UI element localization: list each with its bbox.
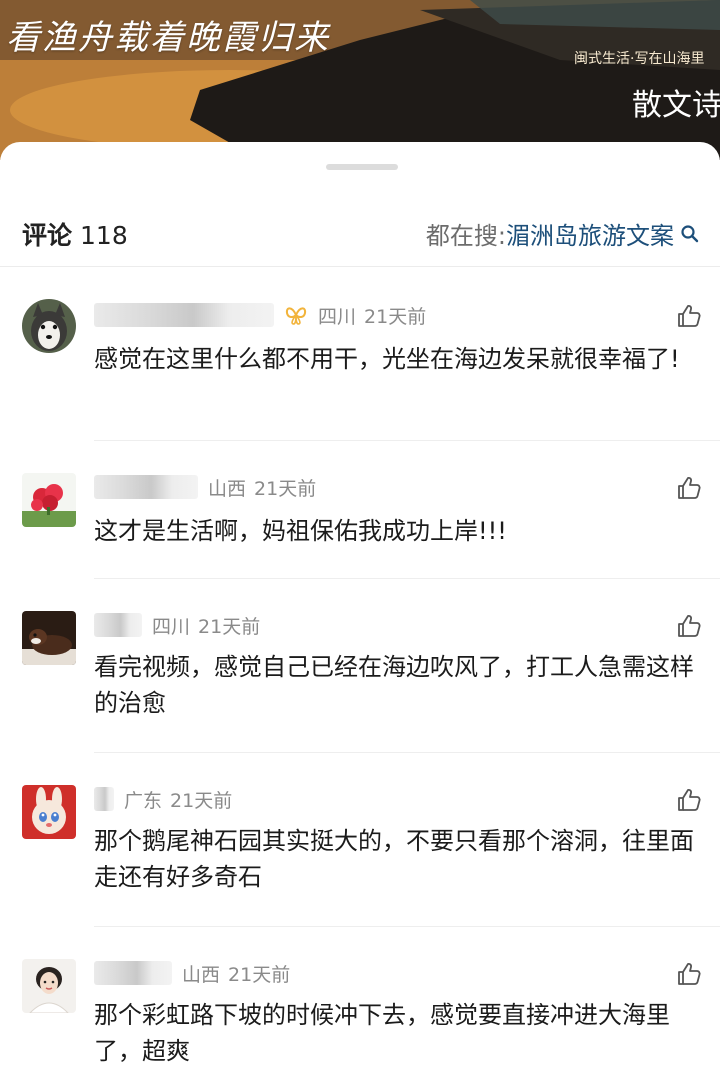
cartoon-bunny-avatar[interactable]	[22, 785, 76, 839]
comments-count: 118	[80, 221, 128, 250]
comment-item: 广东 21天前 那个鹅尾神石园其实挺大的，不要只看那个溶洞，往里面走还有好多奇石	[0, 753, 720, 927]
thumbs-up-icon[interactable]	[676, 961, 702, 987]
red-flowers-avatar[interactable]	[22, 473, 76, 527]
butterfly-vip-icon	[285, 307, 307, 325]
comment-meta: 广东 21天前	[94, 785, 232, 813]
comments-sheet: 评论 118 都在搜: 湄洲岛旅游文案 四川 21天前 感觉在这里什么都不用干，…	[0, 142, 720, 1080]
search-icon[interactable]	[680, 224, 700, 244]
search-suggestion-label: 都在搜:	[425, 222, 506, 250]
username-redacted[interactable]	[94, 787, 114, 811]
comment-location: 山西	[182, 963, 221, 986]
thumbs-up-icon[interactable]	[676, 475, 702, 501]
username-redacted[interactable]	[94, 961, 172, 985]
thumbs-up-icon[interactable]	[676, 787, 702, 813]
dog-lying-avatar[interactable]	[22, 611, 76, 665]
comment-item: 山西 21天前 这才是生活啊，妈祖保佑我成功上岸!!!	[0, 441, 720, 579]
comment-list: 四川 21天前 感觉在这里什么都不用干，光坐在海边发呆就很幸福了! 山西 21天…	[0, 267, 720, 1087]
comments-label: 评论	[22, 221, 73, 250]
comment-time: 21天前	[198, 615, 261, 638]
username-redacted[interactable]	[94, 303, 274, 327]
husky-dog-avatar[interactable]	[22, 299, 76, 353]
comment-text: 看完视频，感觉自己已经在海边吹风了，打工人急需这样的治愈	[94, 653, 694, 717]
search-suggestion[interactable]: 都在搜: 湄洲岛旅游文案	[426, 216, 700, 251]
username-redacted[interactable]	[94, 475, 198, 499]
comment-meta: 山西 21天前	[94, 473, 316, 501]
banner-title: 看渔舟载着晚霞归来	[6, 18, 330, 58]
comment-meta: 四川 21天前	[94, 301, 426, 329]
sheet-drag-handle[interactable]	[326, 164, 398, 170]
comment-item: 四川 21天前 感觉在这里什么都不用干，光坐在海边发呆就很幸福了!	[0, 267, 720, 441]
thumbs-up-icon[interactable]	[676, 613, 702, 639]
comment-time: 21天前	[364, 305, 427, 328]
banner-genre-label: 散文诗	[632, 88, 720, 123]
comment-item: 四川 21天前 看完视频，感觉自己已经在海边吹风了，打工人急需这样的治愈	[0, 579, 720, 753]
comment-time: 21天前	[254, 477, 317, 500]
search-suggestion-keyword[interactable]: 湄洲岛旅游文案	[506, 216, 674, 251]
comment-meta: 四川 21天前	[94, 611, 260, 639]
banner-series-label: 闽式生活·写在山海里	[574, 51, 705, 67]
username-redacted[interactable]	[94, 613, 142, 637]
girl-portrait-avatar[interactable]	[22, 959, 76, 1013]
comment-text: 感觉在这里什么都不用干，光坐在海边发呆就很幸福了!	[94, 345, 680, 373]
video-banner[interactable]: 看渔舟载着晚霞归来 闽式生活·写在山海里 散文诗	[0, 0, 720, 160]
comment-location: 四川	[318, 305, 357, 328]
comment-text: 那个鹅尾神石园其实挺大的，不要只看那个溶洞，往里面走还有好多奇石	[94, 827, 694, 891]
comment-item: 山西 21天前 那个彩虹路下坡的时候冲下去，感觉要直接冲进大海里了，超爽	[0, 927, 720, 1087]
comments-title: 评论 118	[22, 216, 128, 252]
comment-location: 山西	[208, 477, 247, 500]
comment-location: 广东	[124, 789, 163, 812]
comment-time: 21天前	[170, 789, 233, 812]
thumbs-up-icon[interactable]	[676, 303, 702, 329]
comment-text: 这才是生活啊，妈祖保佑我成功上岸!!!	[94, 517, 507, 545]
comment-time: 21天前	[228, 963, 291, 986]
comment-meta: 山西 21天前	[94, 959, 290, 987]
comment-location: 四川	[152, 615, 191, 638]
comments-header: 评论 118 都在搜: 湄洲岛旅游文案	[0, 200, 720, 267]
comment-text: 那个彩虹路下坡的时候冲下去，感觉要直接冲进大海里了，超爽	[94, 1001, 670, 1065]
